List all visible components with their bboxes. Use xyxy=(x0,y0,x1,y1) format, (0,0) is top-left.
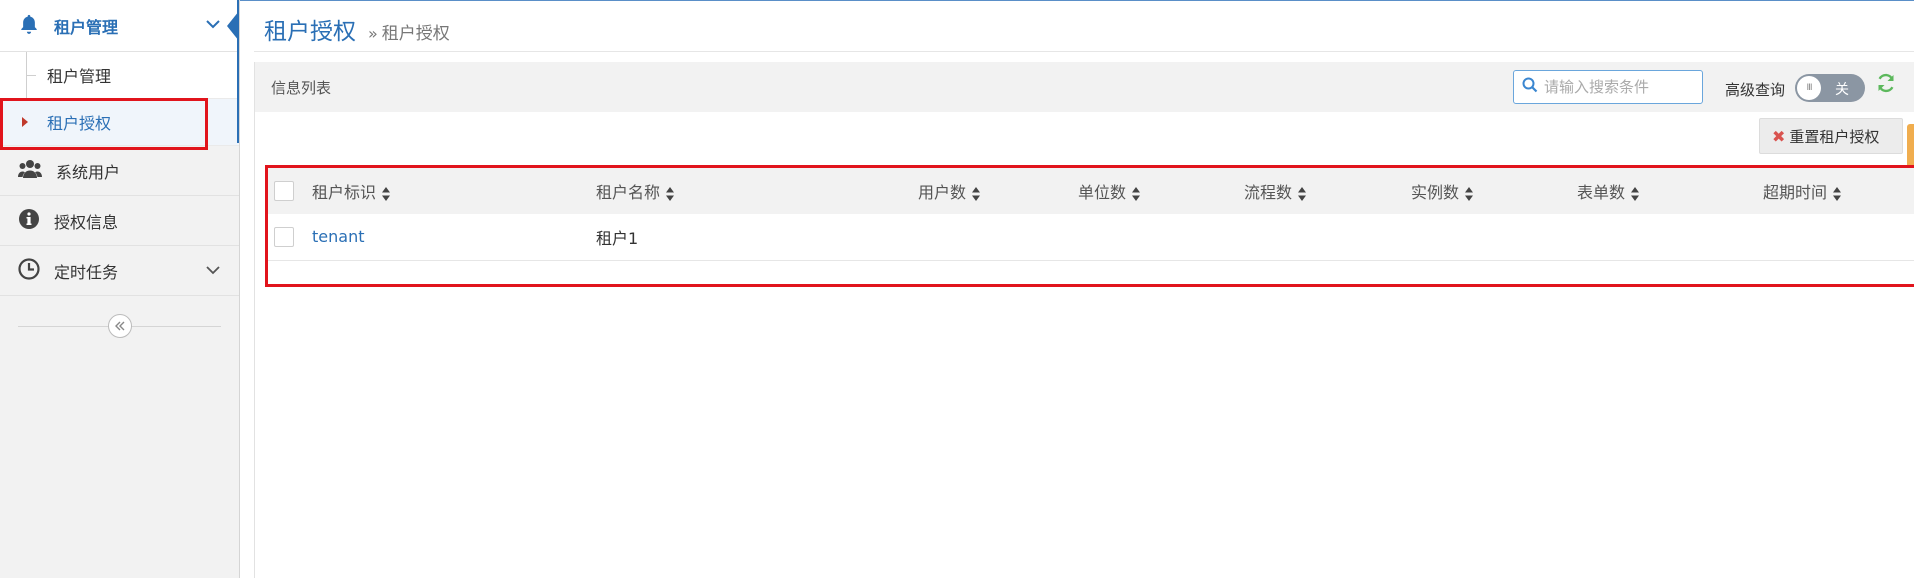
tree-tick xyxy=(27,75,36,76)
row-checkbox[interactable] xyxy=(274,227,294,247)
column-header[interactable]: 超期时间 xyxy=(1763,168,1914,214)
chevron-down-icon xyxy=(205,16,221,36)
column-header[interactable]: 单位数 xyxy=(1078,168,1244,214)
sidebar-item-label: 授权信息 xyxy=(54,212,119,232)
column-label: 租户标识 xyxy=(312,183,377,202)
breadcrumb-current: 租户授权 xyxy=(381,24,450,44)
sidebar-active-accent xyxy=(237,0,239,143)
table-cell xyxy=(918,214,1078,260)
close-icon: ✖ xyxy=(1772,126,1786,146)
sidebar-item-authorization-info[interactable]: 授权信息 xyxy=(0,196,239,246)
top-border xyxy=(240,0,1914,1)
table-cell: 租户1 xyxy=(596,228,639,248)
column-label: 表单数 xyxy=(1577,183,1626,202)
search-box[interactable] xyxy=(1513,70,1703,104)
table-header-row: 租户标识 租户名称 用户数 单位数 流程数 实例数 表单数 超期时间 xyxy=(268,168,1914,214)
row-select-cell xyxy=(268,214,312,260)
table-cell xyxy=(1078,214,1244,260)
bell-icon xyxy=(18,13,40,39)
column-header[interactable]: 用户数 xyxy=(918,168,1078,214)
tenant-table: 租户标识 租户名称 用户数 单位数 流程数 实例数 表单数 超期时间 tenan… xyxy=(268,168,1914,261)
tenant-id-link[interactable]: tenant xyxy=(312,227,364,246)
sidebar-item-label: 租户授权 xyxy=(47,114,112,133)
table-cell: tenant xyxy=(312,214,596,260)
table-row[interactable]: tenant 租户1 xyxy=(268,214,1914,260)
toggle-knob: III xyxy=(1797,76,1821,100)
sidebar-item-scheduled-tasks[interactable]: 定时任务 xyxy=(0,246,239,296)
caret-right-icon xyxy=(22,117,28,127)
column-label: 超期时间 xyxy=(1763,183,1828,202)
sidebar-item-label: 租户管理 xyxy=(47,67,112,86)
column-header[interactable]: 流程数 xyxy=(1244,168,1411,214)
column-label: 实例数 xyxy=(1411,183,1460,202)
sort-icon xyxy=(1631,186,1640,201)
sort-icon xyxy=(1833,186,1842,201)
info-circle-icon xyxy=(18,208,40,234)
sidebar-item-tenant-management[interactable]: 租户管理 xyxy=(0,52,239,99)
refresh-icon[interactable] xyxy=(1875,72,1897,98)
advanced-search-toggle[interactable]: III 关 xyxy=(1795,74,1865,102)
sidebar-group-tenant-management[interactable]: 租户管理 xyxy=(0,0,239,52)
panel-title: 信息列表 xyxy=(271,79,332,97)
double-chevron-left-icon[interactable] xyxy=(108,314,132,338)
advanced-search-label: 高级查询 xyxy=(1725,81,1786,99)
sidebar-group-label: 租户管理 xyxy=(54,17,119,37)
tenant-table-container: 租户标识 租户名称 用户数 单位数 流程数 实例数 表单数 超期时间 tenan… xyxy=(265,165,1914,287)
sidebar-submenu: 租户管理 租户授权 xyxy=(0,52,239,146)
sort-icon xyxy=(1132,186,1141,201)
column-label: 单位数 xyxy=(1078,183,1127,202)
select-all-cell xyxy=(268,168,312,214)
info-list-panel: 信息列表 高级查询 III 关 ✖ 重置租户授权 xyxy=(254,62,1914,578)
sidebar-item-label: 系统用户 xyxy=(56,162,121,182)
toggle-state-label: 关 xyxy=(1835,82,1849,98)
column-label: 用户数 xyxy=(918,183,967,202)
sort-icon xyxy=(1298,186,1307,201)
sidebar-item-tenant-authorization[interactable]: 租户授权 xyxy=(0,99,239,146)
breadcrumb-separator: » xyxy=(368,24,378,43)
divider xyxy=(254,51,1914,52)
table-cell xyxy=(1244,214,1411,260)
sidebar-collapse-row xyxy=(0,296,239,356)
users-icon xyxy=(18,159,42,183)
reset-tenant-authorization-button[interactable]: ✖ 重置租户授权 xyxy=(1759,118,1903,154)
sort-icon xyxy=(972,186,981,201)
search-icon xyxy=(1522,77,1538,97)
clock-icon xyxy=(18,257,40,284)
table-cell xyxy=(1763,214,1914,260)
chevron-down-icon xyxy=(205,262,221,282)
column-header[interactable]: 租户标识 xyxy=(312,168,596,214)
table-cell xyxy=(1411,214,1577,260)
select-all-checkbox[interactable] xyxy=(274,181,294,202)
search-input[interactable] xyxy=(1544,78,1694,96)
column-label: 租户名称 xyxy=(596,183,661,202)
panel-header: 信息列表 高级查询 III 关 xyxy=(255,62,1914,112)
column-header[interactable]: 表单数 xyxy=(1577,168,1763,214)
page-title: 租户授权 xyxy=(264,19,356,45)
column-header[interactable]: 实例数 xyxy=(1411,168,1577,214)
column-header[interactable]: 租户名称 xyxy=(596,168,918,214)
reset-button-label: 重置租户授权 xyxy=(1789,127,1880,146)
sort-icon xyxy=(382,186,391,201)
sidebar-item-label: 定时任务 xyxy=(54,262,119,282)
column-label: 流程数 xyxy=(1244,183,1293,202)
sidebar: 租户管理 租户管理 租户授权 系统用户 授权信息 定时任务 xyxy=(0,0,240,578)
sort-icon xyxy=(1465,186,1474,201)
breadcrumb: 租户授权 » 租户授权 xyxy=(264,12,450,46)
table-cell xyxy=(1577,214,1763,260)
sidebar-item-system-users[interactable]: 系统用户 xyxy=(0,146,239,196)
sort-icon xyxy=(666,186,675,201)
